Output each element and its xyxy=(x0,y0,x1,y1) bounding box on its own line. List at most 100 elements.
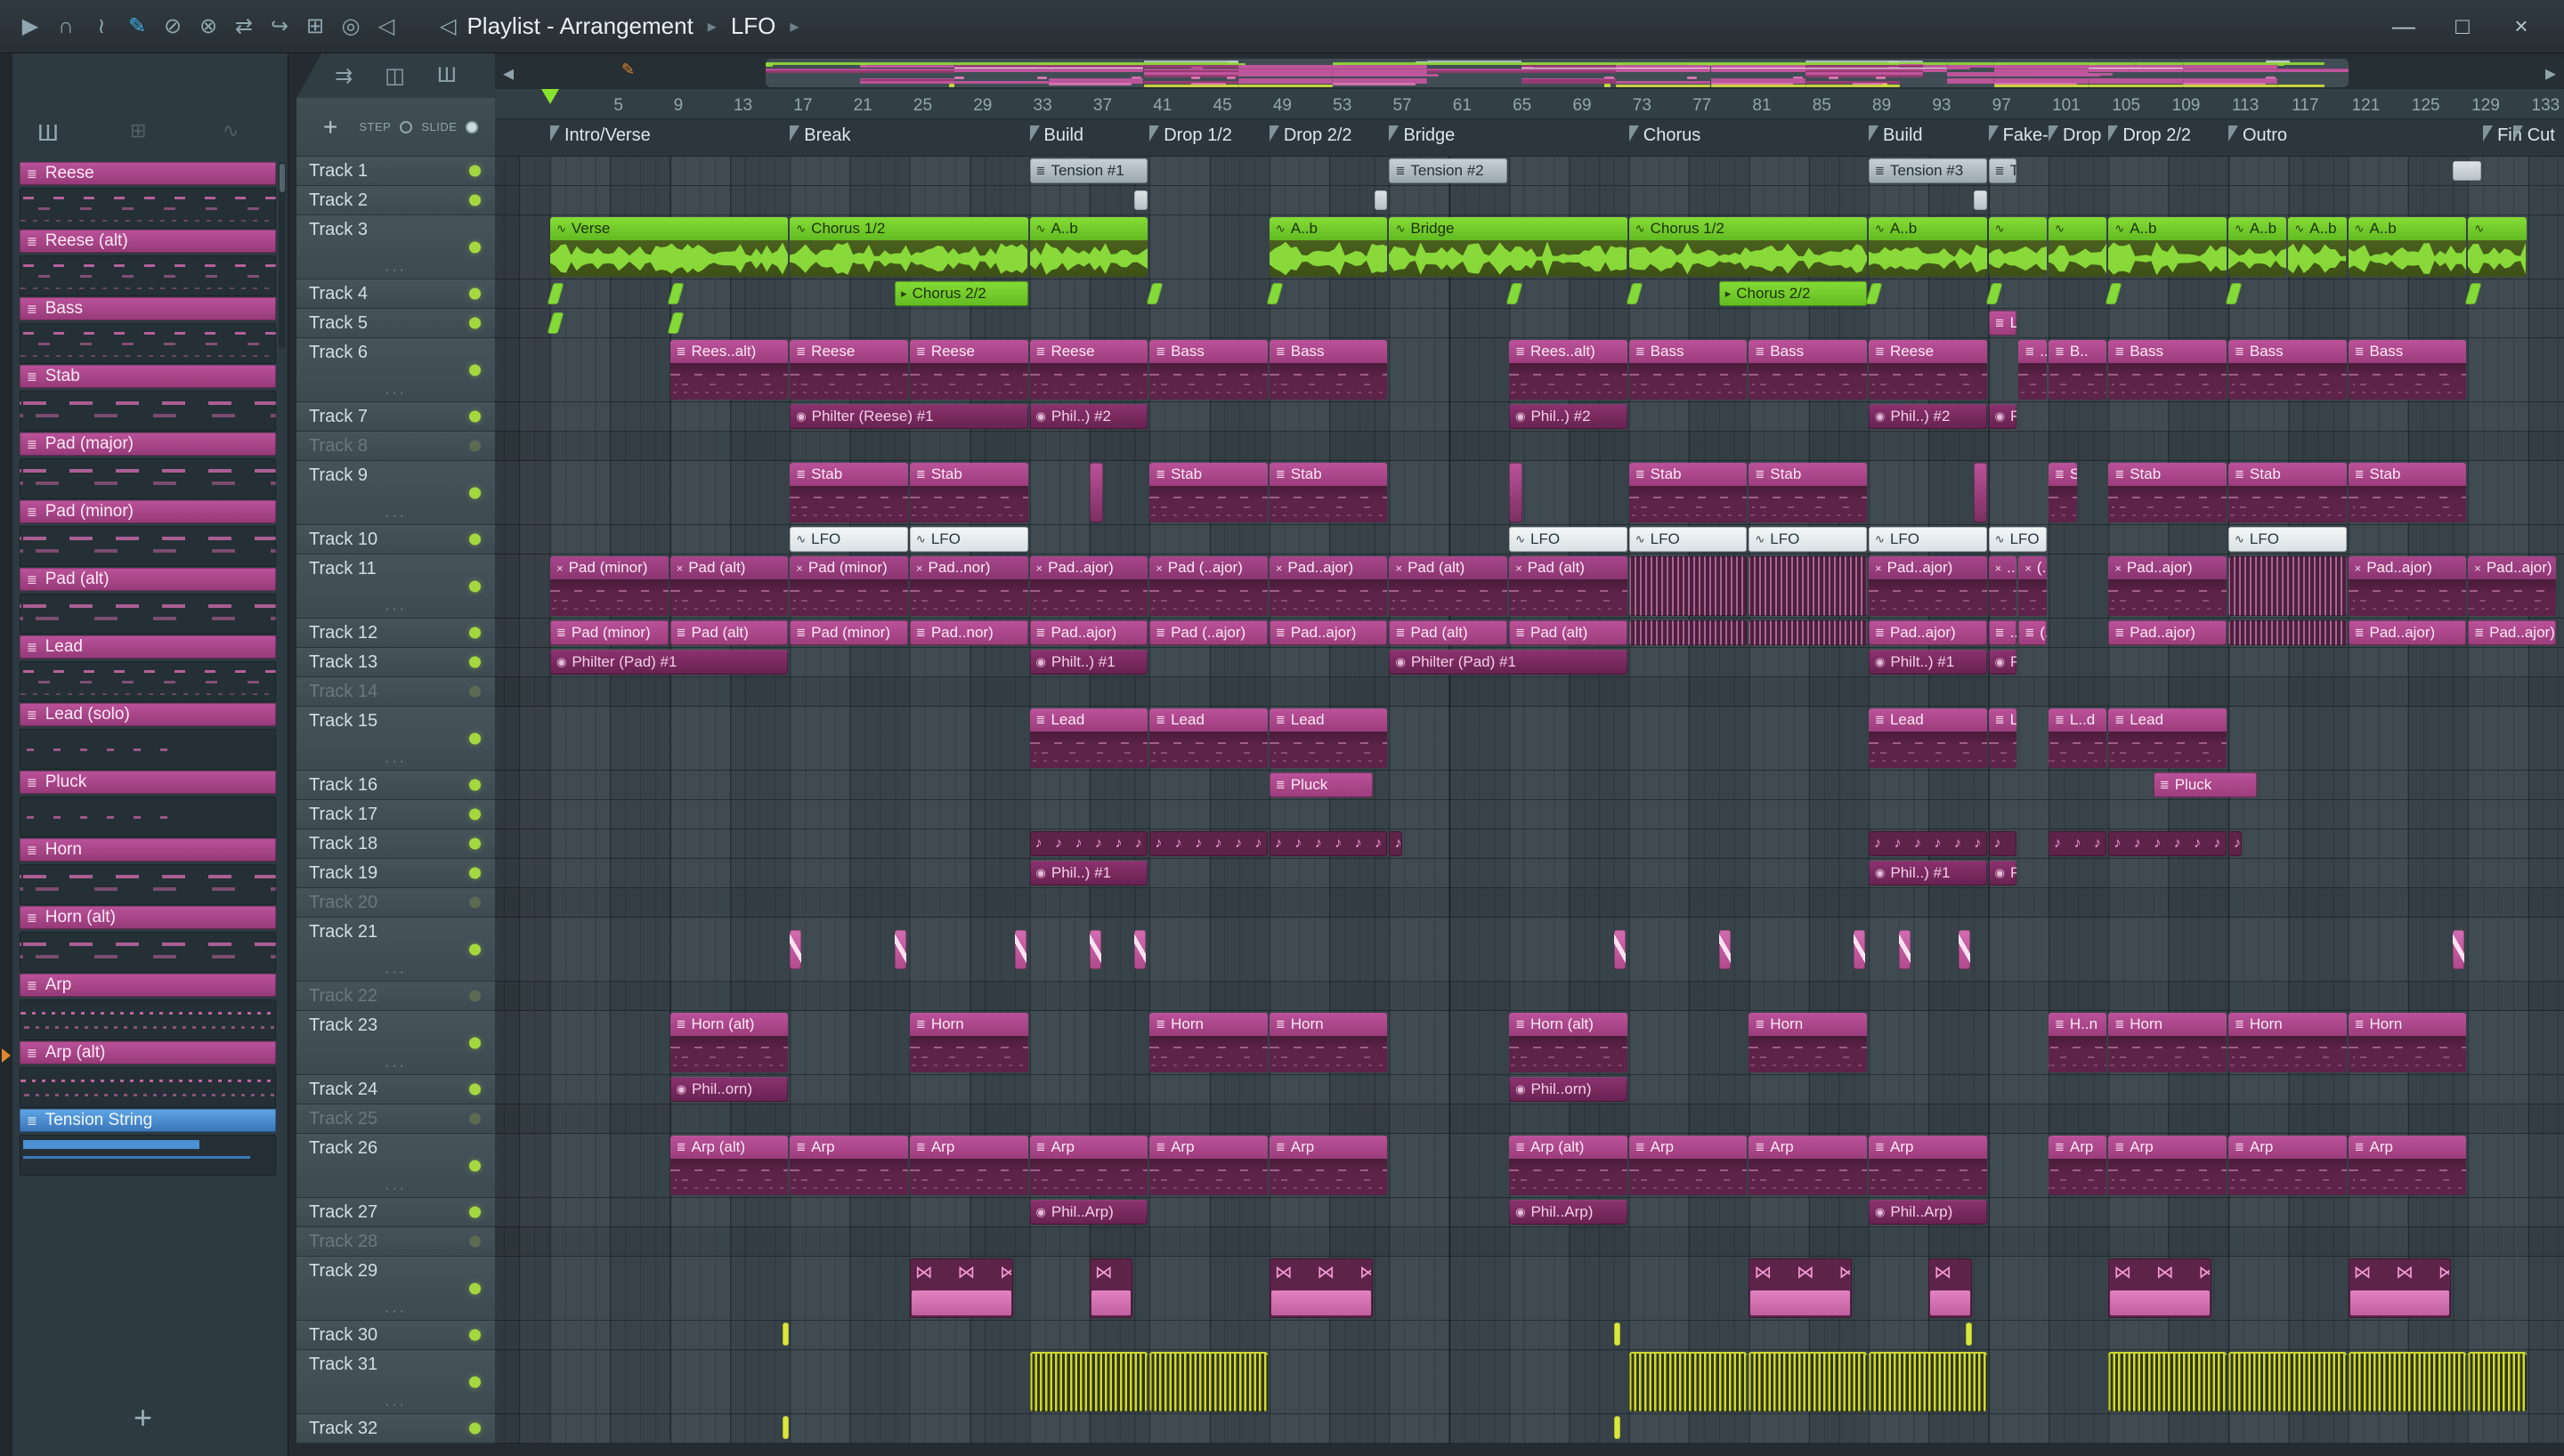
track-lane-19[interactable] xyxy=(495,859,2564,888)
track-header-3[interactable]: Track 3 ··· xyxy=(296,215,495,279)
clip-chorus-1-2[interactable]: ∿ Chorus 1/2 xyxy=(1628,217,1868,277)
clip-pad-ajor[interactable]: ≣ Pad..ajor) xyxy=(2348,620,2467,645)
track-header-23[interactable]: Track 23 ··· xyxy=(296,1011,495,1075)
clip-bass[interactable]: ≣ Bass xyxy=(1269,340,1388,400)
clip-pad-nor[interactable]: × Pad..nor) xyxy=(909,556,1028,616)
track-header-21[interactable]: Track 21 ··· xyxy=(296,918,495,982)
track-led[interactable] xyxy=(469,317,481,329)
zoom-select-icon[interactable]: ⊞ xyxy=(302,8,329,45)
clip-lfo[interactable]: ∿ LFO xyxy=(1869,527,1987,552)
pattern-item-arp-alt[interactable]: ≣ Arp (alt) xyxy=(20,1041,276,1108)
row-resize-grip[interactable]: ··· xyxy=(385,263,407,279)
playlist-grid[interactable]: ≣ Tension #1 ≣ Tension #2 ≣ Tension #3 ≣ Te.. ∿ V… xyxy=(495,157,2564,1444)
pattern-item-lead[interactable]: ≣ Lead xyxy=(20,635,276,702)
clip-rees-alt[interactable]: ≣ Rees..alt) xyxy=(669,340,789,400)
clip-no[interactable]: ♪ xyxy=(2227,831,2242,856)
clip-pad-ajor[interactable]: × Pad (..ajor) xyxy=(1149,556,1268,616)
clip-philter-pad-1[interactable]: ◉ Philter (Pad) #1 xyxy=(550,650,789,675)
clip-pad-minor[interactable]: ≣ Pad (minor) xyxy=(550,620,669,645)
clip-bass[interactable]: ≣ Bass xyxy=(2348,340,2467,400)
clip-bt[interactable]: ⋈ ⋈ ⋈ ⋈ xyxy=(1749,1258,1853,1318)
mute-tool-icon[interactable]: ⊗ xyxy=(195,8,222,45)
marker-drop-2-2[interactable]: Drop 2/2 xyxy=(2108,125,2191,146)
clip-r[interactable]: ≣ (..r) xyxy=(2018,620,2047,645)
clip-reese[interactable]: ≣ Reese xyxy=(790,340,908,400)
clip-pm[interactable] xyxy=(1089,463,1103,522)
clip-bt[interactable]: ⋈ ⋈ ⋈ ⋈ xyxy=(909,1258,1013,1318)
track-header-25[interactable]: Track 25 xyxy=(296,1104,495,1134)
clip-pad-ajor[interactable]: × Pad..ajor) xyxy=(2468,556,2557,616)
scroll-right-button[interactable]: ▸ xyxy=(2537,57,2564,89)
clip-rees-alt[interactable]: ≣ Rees..alt) xyxy=(1509,340,1627,400)
clip-bt[interactable]: ⋈ xyxy=(1089,1258,1133,1318)
clip-r[interactable]: × ..r) xyxy=(1988,556,2017,616)
row-resize-grip[interactable]: ··· xyxy=(385,508,407,524)
swap-icon[interactable]: ⇄ xyxy=(231,8,257,45)
track-lane-20[interactable] xyxy=(495,888,2564,918)
clip-tension-2[interactable]: ≣ Tension #2 xyxy=(1389,158,1508,183)
marker-bridge[interactable]: Bridge xyxy=(1389,125,1455,146)
clip-phil-orn[interactable]: ◉ Phil..orn) xyxy=(669,1077,789,1102)
track-led[interactable] xyxy=(469,533,481,546)
clip-lead[interactable]: ≣ Lead xyxy=(1149,708,1268,768)
marker-build[interactable]: Build xyxy=(1869,125,1922,146)
track-led[interactable] xyxy=(469,580,481,592)
clip-stp[interactable] xyxy=(2227,620,2347,645)
clip-bass[interactable]: ≣ Bass xyxy=(1149,340,1268,400)
clip-pad-minor[interactable]: × Pad (minor) xyxy=(550,556,669,616)
track-led[interactable] xyxy=(469,165,481,177)
track-options-button[interactable]: + xyxy=(323,113,337,142)
clip-fl[interactable] xyxy=(1959,930,1971,969)
clip-chorus-2-2[interactable]: ▸ Chorus 2/2 xyxy=(895,281,1028,306)
clip-phil-2[interactable]: ◉ Phil..) #2 xyxy=(1869,404,1987,429)
clip-lead[interactable]: ≣ Lead xyxy=(1029,708,1148,768)
track-header-28[interactable]: Track 28 xyxy=(296,1227,495,1257)
clip-stab[interactable]: ≣ Stab xyxy=(1749,463,1868,522)
clip-a-b[interactable]: ∿ A..b xyxy=(2108,217,2227,277)
clip-ys[interactable] xyxy=(2227,1352,2347,1412)
track-lane-14[interactable] xyxy=(495,677,2564,707)
link-windows-icon[interactable]: ◫ xyxy=(385,63,405,89)
track-lane-32[interactable] xyxy=(495,1414,2564,1444)
clip-arp[interactable]: ≣ Arp xyxy=(909,1136,1028,1195)
clip-philt-1[interactable]: ◉ Philt..) #1 xyxy=(1869,650,1987,675)
clip-fl[interactable] xyxy=(1089,930,1101,969)
pattern-item-stab[interactable]: ≣ Stab xyxy=(20,365,276,432)
clip-l-d[interactable]: ≣ L..d xyxy=(2049,708,2107,768)
track-led[interactable] xyxy=(469,808,481,821)
clip-reese[interactable]: ≣ Reese xyxy=(1029,340,1148,400)
row-resize-grip[interactable]: ··· xyxy=(385,1304,407,1320)
marker-drop-1-2[interactable]: Drop 1/2 xyxy=(1149,125,1232,146)
clip-ym[interactable] xyxy=(1613,1416,1620,1439)
clip-ys[interactable] xyxy=(1749,1352,1868,1412)
track-led[interactable] xyxy=(469,287,481,300)
row-resize-grip[interactable]: ··· xyxy=(385,754,407,770)
track-header-8[interactable]: Track 8 xyxy=(296,432,495,461)
preview-volume-icon[interactable]: ◁ xyxy=(373,8,400,45)
clip-ym[interactable] xyxy=(1613,1323,1620,1346)
track-header-30[interactable]: Track 30 xyxy=(296,1321,495,1350)
clip-arp[interactable]: ≣ Arp xyxy=(2049,1136,2107,1195)
clip-stp[interactable] xyxy=(1628,620,1748,645)
clip-fl[interactable] xyxy=(1854,930,1866,969)
pattern-item-arp[interactable]: ≣ Arp xyxy=(20,974,276,1040)
track-led[interactable] xyxy=(469,837,481,850)
clip-fl[interactable] xyxy=(2453,930,2465,969)
jump-icon[interactable]: ↪ xyxy=(266,8,293,45)
clip-pad-alt[interactable]: ≣ Pad (alt) xyxy=(1389,620,1508,645)
clip-ym[interactable] xyxy=(782,1323,789,1346)
pattern-item-pluck[interactable]: ≣ Pluck xyxy=(20,771,276,837)
clip-pad-nor[interactable]: ≣ Pad..nor) xyxy=(909,620,1028,645)
track-led[interactable] xyxy=(469,1112,481,1125)
track-led[interactable] xyxy=(469,194,481,206)
clip-pad-ajor[interactable]: × Pad..ajor) xyxy=(2108,556,2227,616)
clip-pluck[interactable]: ≣ Pluck xyxy=(2153,772,2257,797)
clip-ys[interactable] xyxy=(1149,1352,1268,1412)
clip-pm[interactable] xyxy=(1509,463,1522,522)
track-lane-28[interactable] xyxy=(495,1227,2564,1257)
clip-pad-ajor[interactable]: ≣ Pad..ajor) xyxy=(2468,620,2557,645)
clip-no[interactable]: ♪ xyxy=(1988,831,2017,856)
track-header-11[interactable]: Track 11 ··· xyxy=(296,554,495,619)
clip-horn-alt[interactable]: ≣ Horn (alt) xyxy=(669,1013,789,1072)
clip-gm[interactable] xyxy=(1973,190,1987,210)
